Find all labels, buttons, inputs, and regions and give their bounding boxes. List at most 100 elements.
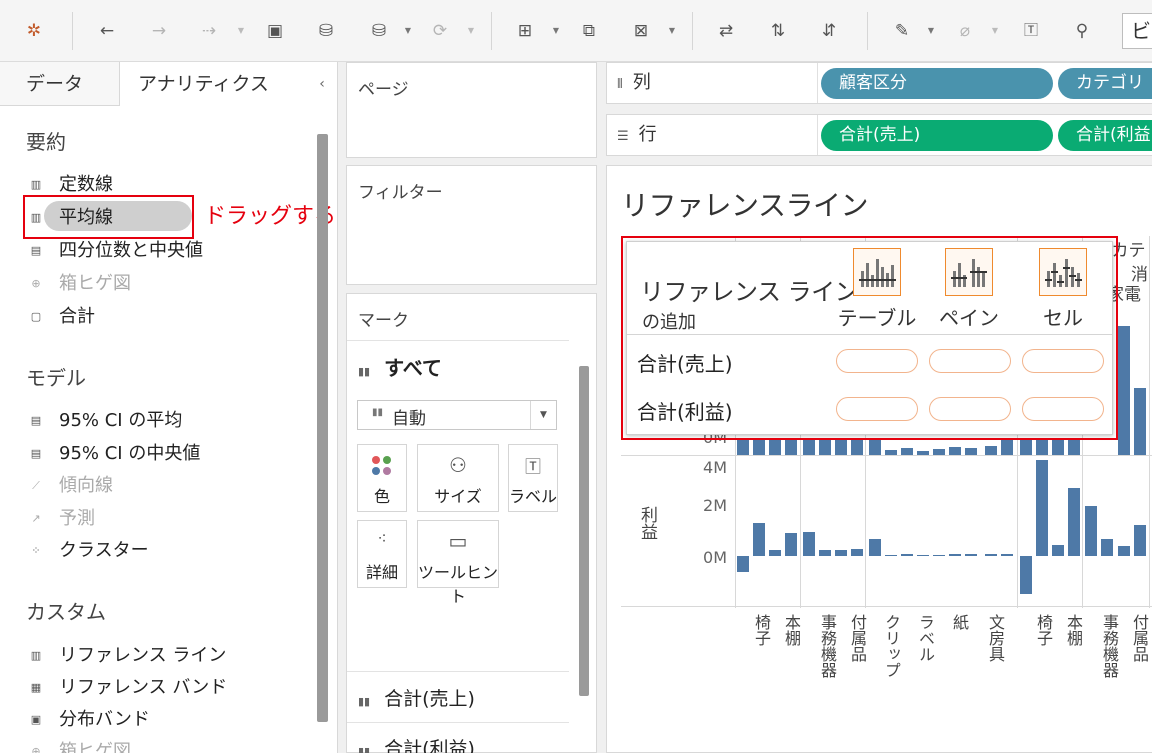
size-button[interactable]: ⚇ サイズ xyxy=(417,444,499,512)
profit-bar xyxy=(1101,539,1113,556)
label-button[interactable]: 🅃 ラベル xyxy=(508,444,558,512)
rows-shelf-label: ☰ 行 xyxy=(617,115,657,157)
tooltip-button[interactable]: ▭ ツールヒント xyxy=(417,520,499,606)
clear-caret-icon[interactable]: ▼ xyxy=(668,25,676,37)
sales-bar xyxy=(949,447,961,455)
toolbar-overflow-item[interactable]: ビ xyxy=(1122,13,1152,49)
item-label: 予測 xyxy=(59,508,95,529)
forecast-icon: ↗ xyxy=(31,512,41,525)
highlight-caret-icon[interactable]: ▼ xyxy=(927,25,935,37)
sales-bar xyxy=(785,438,797,455)
size-icon: ⚇ xyxy=(449,453,467,477)
tooltip-label: ツールヒント xyxy=(418,563,499,606)
drop-target-highlight xyxy=(621,236,1118,440)
pill-sum-profit[interactable]: 合計(利益) xyxy=(1058,120,1152,151)
analytics-item-box-plot[interactable]: ⊕ 箱ヒゲ図 xyxy=(26,270,306,298)
analytics-item-distribution-band[interactable]: ▣ 分布バンド xyxy=(26,706,306,734)
sort-descending-icon[interactable]: ⇵ xyxy=(817,19,841,43)
sales-bar xyxy=(803,438,815,455)
new-data-source-icon[interactable]: ⛁ xyxy=(314,19,338,43)
category-label: ラベル xyxy=(916,614,935,662)
mark-type-select[interactable]: ▮▮ 自動 ▼ xyxy=(357,400,557,430)
group-members-icon[interactable]: ⌀ xyxy=(953,19,977,43)
marks-field-sales[interactable]: ▮▮ 合計(売上) xyxy=(358,684,475,711)
analytics-item-ci-median[interactable]: ▤ 95% CI の中央値 xyxy=(26,440,306,468)
replay-caret-icon[interactable]: ▼ xyxy=(237,25,245,37)
color-button[interactable]: 色 xyxy=(357,444,407,512)
pill-customer-segment[interactable]: 顧客区分 xyxy=(821,68,1053,99)
tab-data[interactable]: データ xyxy=(0,62,120,106)
analytics-item-ci-mean[interactable]: ▤ 95% CI の平均 xyxy=(26,407,306,435)
item-label: 95% CI の平均 xyxy=(59,410,183,431)
clear-sheet-icon[interactable]: ⊠ xyxy=(629,19,653,43)
section-model-title: モデル xyxy=(26,366,86,390)
constant-line-icon: ▥ xyxy=(30,178,42,191)
cluster-icon: ⁘ xyxy=(31,544,41,557)
sales-bar xyxy=(1118,326,1130,455)
profit-bar xyxy=(1085,506,1097,556)
highlight-icon[interactable]: ✎ xyxy=(890,19,914,43)
mark-type-value: 自動 xyxy=(392,409,426,429)
collapse-pane-icon[interactable]: ‹ xyxy=(312,74,332,94)
profit-bar xyxy=(901,554,913,556)
analytics-item-forecast[interactable]: ↗ 予測 xyxy=(26,505,306,533)
new-worksheet-icon[interactable]: ⊞ xyxy=(513,19,537,43)
fix-axes-pin-icon[interactable]: ⚲ xyxy=(1070,19,1094,43)
save-icon[interactable]: ▣ xyxy=(263,19,287,43)
duplicate-sheet-icon[interactable]: ⧉ xyxy=(577,19,601,43)
sales-bar xyxy=(819,438,831,455)
detail-button[interactable]: ⁖ 詳細 xyxy=(357,520,407,588)
replay-icon[interactable]: ⇢ xyxy=(197,19,221,43)
category-label: 椅子 xyxy=(1034,614,1053,646)
drag-source-highlight xyxy=(23,195,194,239)
chevron-down-icon[interactable]: ▼ xyxy=(530,401,556,429)
filters-title: フィルター xyxy=(358,183,443,203)
item-label: 95% CI の中央値 xyxy=(59,443,201,464)
tab-analytics[interactable]: アナリティクス xyxy=(120,62,308,106)
pause-caret-icon[interactable]: ▼ xyxy=(404,25,412,37)
pages-shelf[interactable]: ページ xyxy=(346,62,597,158)
analytics-item-quartile[interactable]: ▤ 四分位数と中央値 xyxy=(26,237,306,265)
row-divider xyxy=(621,606,1152,607)
sort-ascending-icon[interactable]: ⇅ xyxy=(766,19,790,43)
swap-rows-columns-icon[interactable]: ⇄ xyxy=(714,19,738,43)
refresh-icon[interactable]: ⟳ xyxy=(428,19,452,43)
analytics-item-cluster[interactable]: ⁘ クラスター xyxy=(26,537,306,565)
refresh-caret-icon[interactable]: ▼ xyxy=(467,25,475,37)
category-label: クリップ xyxy=(882,614,901,678)
profit-bar xyxy=(1036,460,1048,556)
category-label: 紙 xyxy=(950,614,969,630)
columns-shelf[interactable]: ⦀ 列 顧客区分 カテゴリ xyxy=(606,62,1152,104)
pill-sum-sales[interactable]: 合計(売上) xyxy=(821,120,1053,151)
marks-field-profit[interactable]: ▮▮ 合計(利益) xyxy=(358,734,475,753)
profit-tick-0m: 0M xyxy=(703,548,727,567)
left-pane-scrollbar[interactable] xyxy=(317,134,328,722)
group-caret-icon[interactable]: ▼ xyxy=(991,25,999,37)
new-worksheet-caret-icon[interactable]: ▼ xyxy=(552,25,560,37)
profit-bar xyxy=(785,533,797,556)
undo-icon[interactable]: ← xyxy=(95,19,119,43)
sales-bar xyxy=(753,438,765,455)
box-plot-icon: ⊕ xyxy=(31,745,41,753)
analytics-item-box-plot-custom[interactable]: ⊕ 箱ヒゲ図 xyxy=(26,738,306,753)
marks-all-header[interactable]: ▮▮ すべて xyxy=(358,352,442,381)
profit-bar xyxy=(1020,556,1032,594)
analytics-item-trend-line[interactable]: ⟋ 傾向線 xyxy=(26,472,306,500)
tableau-logo-icon[interactable]: ✲ xyxy=(22,19,46,43)
marks-divider xyxy=(347,722,569,723)
marks-field-label: 合計(利益) xyxy=(384,738,475,753)
redo-icon[interactable]: → xyxy=(147,19,171,43)
sales-bar xyxy=(1134,388,1146,455)
category-label: 椅子 xyxy=(752,614,771,646)
filters-shelf[interactable]: フィルター xyxy=(346,165,597,285)
box-plot-icon: ⊕ xyxy=(31,277,41,290)
show-mark-labels-icon[interactable]: 🅃 xyxy=(1019,19,1043,43)
pause-updates-icon[interactable]: ⛁ xyxy=(367,19,391,43)
analytics-item-reference-band[interactable]: ▦ リファレンス バンド xyxy=(26,674,306,702)
trend-line-icon: ⟋ xyxy=(32,479,40,492)
analytics-item-totals[interactable]: ▢ 合計 xyxy=(26,303,306,331)
analytics-item-reference-line[interactable]: ▥ リファレンス ライン xyxy=(26,642,306,670)
rows-shelf[interactable]: ☰ 行 合計(売上) 合計(利益) xyxy=(606,114,1152,156)
marks-scrollbar[interactable] xyxy=(579,366,589,696)
pill-category[interactable]: カテゴリ xyxy=(1058,68,1152,99)
